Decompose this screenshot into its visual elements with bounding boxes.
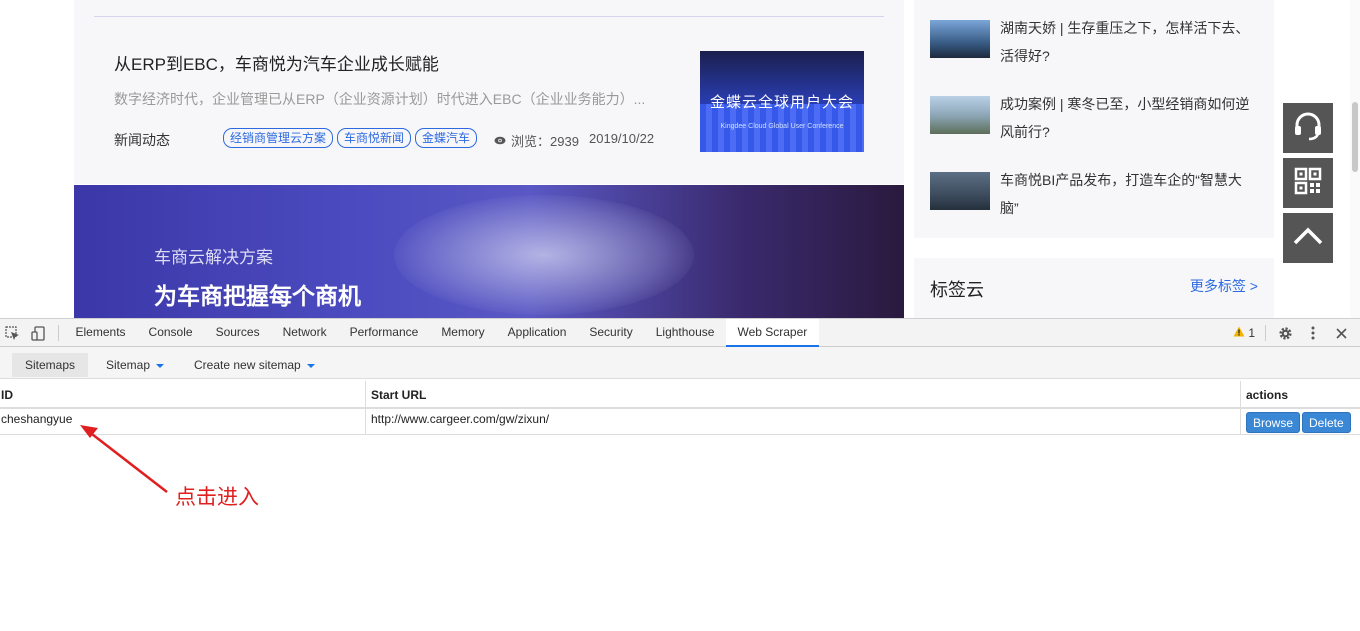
warnings-counter[interactable]: 1 bbox=[1233, 326, 1255, 340]
thumbnail-subcaption: Kingdee Cloud Global User Conference bbox=[720, 123, 844, 130]
create-sitemap-label: Create new sitemap bbox=[194, 358, 301, 372]
divider bbox=[58, 325, 59, 341]
devtools-toolbar-right: 1 bbox=[1233, 319, 1360, 347]
tag-link[interactable]: 金蝶汽车 bbox=[415, 128, 478, 148]
sitemap-id-cell[interactable]: cheshangyue bbox=[1, 412, 72, 426]
article-thumbnail[interactable]: 金蝶云全球用户大会 Kingdee Cloud Global User Conf… bbox=[700, 51, 864, 152]
table-row[interactable]: cheshangyue http://www.cargeer.com/gw/zi… bbox=[0, 409, 1360, 435]
tag-cloud-title: 标签云 bbox=[930, 280, 984, 300]
website-viewport: 从ERP到EBC，车商悦为汽车企业成长赋能 数字经济时代，企业管理已从ERP（企… bbox=[0, 0, 1360, 318]
web-scraper-nav: Sitemaps Sitemap Create new sitemap bbox=[0, 347, 1360, 379]
devtools-tabbar: Elements Console Sources Network Perform… bbox=[0, 319, 1360, 347]
sitemaps-nav[interactable]: Sitemaps bbox=[12, 353, 89, 377]
related-articles: 湖南天娇 | 生存重压之下，怎样活下去、活得好? 成功案例 | 寒冬已至，小型经… bbox=[914, 0, 1274, 238]
banner-headline: 为车商把握每个商机 bbox=[154, 283, 361, 309]
related-article-image[interactable] bbox=[930, 20, 990, 58]
sitemap-dropdown-label: Sitemap bbox=[106, 358, 151, 372]
view-count-text: 浏览：2939 bbox=[511, 134, 579, 149]
back-to-top-button[interactable] bbox=[1283, 213, 1333, 263]
column-header-start-url: Start URL bbox=[371, 388, 427, 402]
page-scrollbar[interactable] bbox=[1350, 0, 1360, 318]
thumbnail-caption: 金蝶云全球用户大会 bbox=[709, 94, 854, 111]
tab-sources[interactable]: Sources bbox=[204, 319, 271, 347]
divider bbox=[365, 381, 366, 409]
qr-code-button[interactable] bbox=[1283, 158, 1333, 208]
view-count: 浏览：2939 bbox=[494, 131, 579, 150]
annotation-label: 点击进入 bbox=[175, 486, 259, 509]
more-options-icon[interactable] bbox=[1304, 324, 1322, 342]
tag-cloud: 标签云 更多标签 > bbox=[914, 258, 1274, 318]
article-category[interactable]: 新闻动态 bbox=[114, 130, 170, 150]
banner-subtitle: 车商云解决方案 bbox=[154, 248, 273, 267]
warning-count: 1 bbox=[1248, 326, 1255, 340]
floating-toolbar bbox=[1283, 103, 1333, 268]
divider bbox=[1240, 381, 1241, 409]
tag-link[interactable]: 车商悦新闻 bbox=[337, 128, 412, 148]
close-icon[interactable] bbox=[1332, 324, 1350, 342]
related-article-title[interactable]: 成功案例 | 寒冬已至，小型经销商如何逆风前行? bbox=[1000, 90, 1258, 146]
tab-elements[interactable]: Elements bbox=[64, 319, 137, 347]
cloud-graphic bbox=[394, 195, 694, 315]
promo-banner[interactable]: 车商云解决方案 为车商把握每个商机 bbox=[74, 185, 904, 318]
article-card[interactable]: 从ERP到EBC，车商悦为汽车企业成长赋能 数字经济时代，企业管理已从ERP（企… bbox=[74, 0, 904, 184]
sitemaps-nav-label: Sitemaps bbox=[25, 358, 76, 372]
column-header-actions: actions bbox=[1246, 388, 1289, 402]
tab-web-scraper[interactable]: Web Scraper bbox=[725, 319, 819, 347]
related-article[interactable]: 湖南天娇 | 生存重压之下，怎样活下去、活得好? bbox=[930, 14, 1260, 74]
sitemap-dropdown[interactable]: Sitemap bbox=[93, 353, 177, 377]
qr-code-icon bbox=[1294, 167, 1322, 200]
tab-performance[interactable]: Performance bbox=[338, 319, 430, 347]
headset-icon bbox=[1292, 110, 1324, 147]
related-article-title[interactable]: 车商悦BI产品发布，打造车企的“智慧大脑” bbox=[1000, 166, 1258, 222]
related-article-image[interactable] bbox=[930, 96, 990, 134]
customer-service-button[interactable] bbox=[1283, 103, 1333, 153]
create-sitemap-dropdown[interactable]: Create new sitemap bbox=[181, 353, 328, 377]
inspect-element-icon[interactable] bbox=[3, 324, 21, 342]
tab-console[interactable]: Console bbox=[137, 319, 204, 347]
page-scrollbar-thumb[interactable] bbox=[1352, 102, 1358, 172]
chevron-up-icon bbox=[1293, 227, 1323, 250]
article-description: 数字经济时代，企业管理已从ERP（企业资源计划）时代进入EBC（企业业务能力）.… bbox=[114, 91, 646, 107]
divider bbox=[365, 409, 366, 435]
warning-icon bbox=[1233, 326, 1245, 340]
article-tags: 经销商管理云方案 车商悦新闻 金蝶汽车 bbox=[223, 128, 478, 148]
table-header: ID Start URL actions bbox=[0, 381, 1360, 409]
related-article[interactable]: 成功案例 | 寒冬已至，小型经销商如何逆风前行? bbox=[930, 90, 1260, 150]
related-article-title[interactable]: 湖南天娇 | 生存重压之下，怎样活下去、活得好? bbox=[1000, 14, 1258, 70]
tab-network[interactable]: Network bbox=[271, 319, 338, 347]
browse-button[interactable]: Browse bbox=[1246, 412, 1301, 433]
divider bbox=[1240, 409, 1241, 435]
related-article[interactable]: 车商悦BI产品发布，打造车企的“智慧大脑” bbox=[930, 166, 1260, 226]
tab-lighthouse[interactable]: Lighthouse bbox=[644, 319, 726, 347]
tab-memory[interactable]: Memory bbox=[430, 319, 496, 347]
article-title[interactable]: 从ERP到EBC，车商悦为汽车企业成长赋能 bbox=[114, 50, 439, 75]
more-tags-link[interactable]: 更多标签 > bbox=[1190, 276, 1258, 296]
settings-gear-icon[interactable] bbox=[1276, 324, 1294, 342]
devtools-tabs: Elements Console Sources Network Perform… bbox=[64, 319, 819, 347]
column-header-id: ID bbox=[1, 388, 13, 402]
tag-link[interactable]: 经销商管理云方案 bbox=[223, 128, 334, 148]
device-toggle-icon[interactable] bbox=[29, 324, 47, 342]
divider bbox=[1265, 325, 1266, 341]
related-article-image[interactable] bbox=[930, 172, 990, 210]
eye-icon bbox=[494, 133, 506, 148]
caret-down-icon bbox=[306, 364, 315, 368]
caret-down-icon bbox=[156, 364, 165, 368]
tab-application[interactable]: Application bbox=[496, 319, 578, 347]
divider bbox=[94, 16, 884, 17]
main-column: 从ERP到EBC，车商悦为汽车企业成长赋能 数字经济时代，企业管理已从ERP（企… bbox=[74, 0, 904, 318]
delete-button[interactable]: Delete bbox=[1302, 412, 1351, 433]
start-url-cell: http://www.cargeer.com/gw/zixun/ bbox=[371, 412, 550, 426]
article-date: 2019/10/22 bbox=[589, 131, 655, 146]
devtools-panel: Elements Console Sources Network Perform… bbox=[0, 318, 1360, 631]
tab-security[interactable]: Security bbox=[578, 319, 644, 347]
